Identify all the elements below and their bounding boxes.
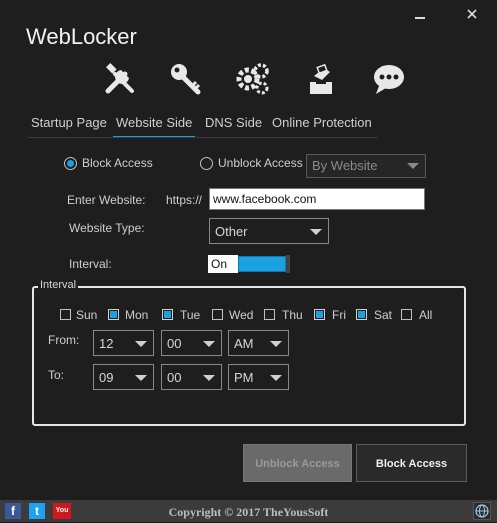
interval-label: Interval:: [69, 257, 112, 271]
website-type-value: Other: [215, 224, 248, 239]
day-checkbox-fri[interactable]: [314, 309, 325, 320]
to-hour-select[interactable]: 09: [93, 364, 154, 390]
day-checkbox-all[interactable]: [401, 309, 412, 320]
from-ampm-value: AM: [234, 336, 254, 351]
from-ampm-select[interactable]: AM: [228, 330, 289, 356]
website-type-label: Website Type:: [69, 221, 145, 235]
chevron-down-icon: [270, 341, 282, 347]
hand-vote-icon[interactable]: [304, 62, 338, 96]
interval-toggle-text: On: [208, 255, 238, 273]
tab-online-protection[interactable]: Online Protection: [269, 115, 375, 136]
block-access-button[interactable]: Block Access: [356, 444, 467, 482]
globe-icon[interactable]: [473, 502, 491, 520]
chat-bubble-icon[interactable]: [372, 62, 406, 96]
day-label-fri: Fri: [332, 308, 346, 322]
from-minute-select[interactable]: 00: [161, 330, 222, 356]
website-input[interactable]: www.facebook.com: [209, 188, 425, 210]
to-hour-value: 09: [99, 370, 114, 385]
chevron-down-icon: [407, 163, 419, 169]
from-hour-value: 12: [99, 336, 114, 351]
day-label-sun: Sun: [76, 308, 98, 322]
https-prefix: https://: [166, 193, 203, 207]
day-checkbox-sat[interactable]: [356, 309, 367, 320]
day-checkbox-tue[interactable]: [162, 309, 173, 320]
from-hour-select[interactable]: 12: [93, 330, 154, 356]
website-type-select[interactable]: Other: [209, 218, 329, 244]
tab-dns-side[interactable]: DNS Side: [202, 115, 265, 136]
block-access-label[interactable]: Block Access: [82, 156, 153, 170]
interval-toggle-track: [238, 256, 286, 272]
chevron-down-icon: [310, 229, 322, 235]
tab-divider: [28, 137, 378, 138]
interval-toggle-knob[interactable]: [286, 255, 290, 273]
chevron-down-icon: [270, 375, 282, 381]
day-checkbox-mon[interactable]: [108, 309, 119, 320]
tools-icon[interactable]: [103, 62, 137, 96]
day-label-tue: Tue: [180, 308, 201, 322]
chevron-down-icon: [203, 375, 215, 381]
chevron-down-icon: [203, 341, 215, 347]
day-label-all: All: [419, 308, 433, 322]
chevron-down-icon: [135, 375, 147, 381]
gears-icon[interactable]: [235, 62, 269, 96]
unblock-method-value: By Website: [312, 158, 378, 173]
from-label: From:: [48, 333, 80, 347]
to-minute-value: 00: [167, 370, 182, 385]
day-checkbox-sun[interactable]: [60, 309, 71, 320]
unblock-access-button[interactable]: Unblock Access: [243, 444, 352, 482]
tab-website-side[interactable]: Website Side: [113, 115, 196, 138]
day-label-thu: Thu: [282, 308, 303, 322]
to-minute-select[interactable]: 00: [161, 364, 222, 390]
unblock-access-label[interactable]: Unblock Access: [218, 156, 303, 170]
close-button[interactable]: [458, 0, 486, 28]
minimize-icon: [415, 17, 425, 19]
to-label: To:: [48, 368, 65, 382]
interval-group-title: Interval: [38, 279, 79, 291]
to-ampm-value: PM: [234, 370, 254, 385]
block-access-radio[interactable]: [64, 157, 77, 170]
unblock-access-radio[interactable]: [200, 157, 213, 170]
from-minute-value: 00: [167, 336, 182, 351]
day-label-mon: Mon: [125, 308, 149, 322]
app-title: WebLocker: [26, 24, 137, 49]
enter-website-label: Enter Website:: [67, 193, 146, 207]
day-label-wed: Wed: [229, 308, 254, 322]
day-label-sat: Sat: [374, 308, 393, 322]
close-icon: [467, 9, 477, 19]
unblock-method-select[interactable]: By Website: [306, 154, 426, 178]
day-checkbox-wed[interactable]: [212, 309, 223, 320]
minimize-button[interactable]: [406, 0, 434, 28]
to-ampm-select[interactable]: PM: [228, 364, 289, 390]
day-checkbox-thu[interactable]: [264, 309, 275, 320]
chevron-down-icon: [135, 341, 147, 347]
interval-toggle[interactable]: On: [208, 255, 290, 273]
key-icon[interactable]: [168, 62, 202, 96]
copyright-text: Copyright © 2017 TheYousSoft: [168, 505, 329, 519]
tab-startup-page[interactable]: Startup Page: [28, 115, 110, 136]
